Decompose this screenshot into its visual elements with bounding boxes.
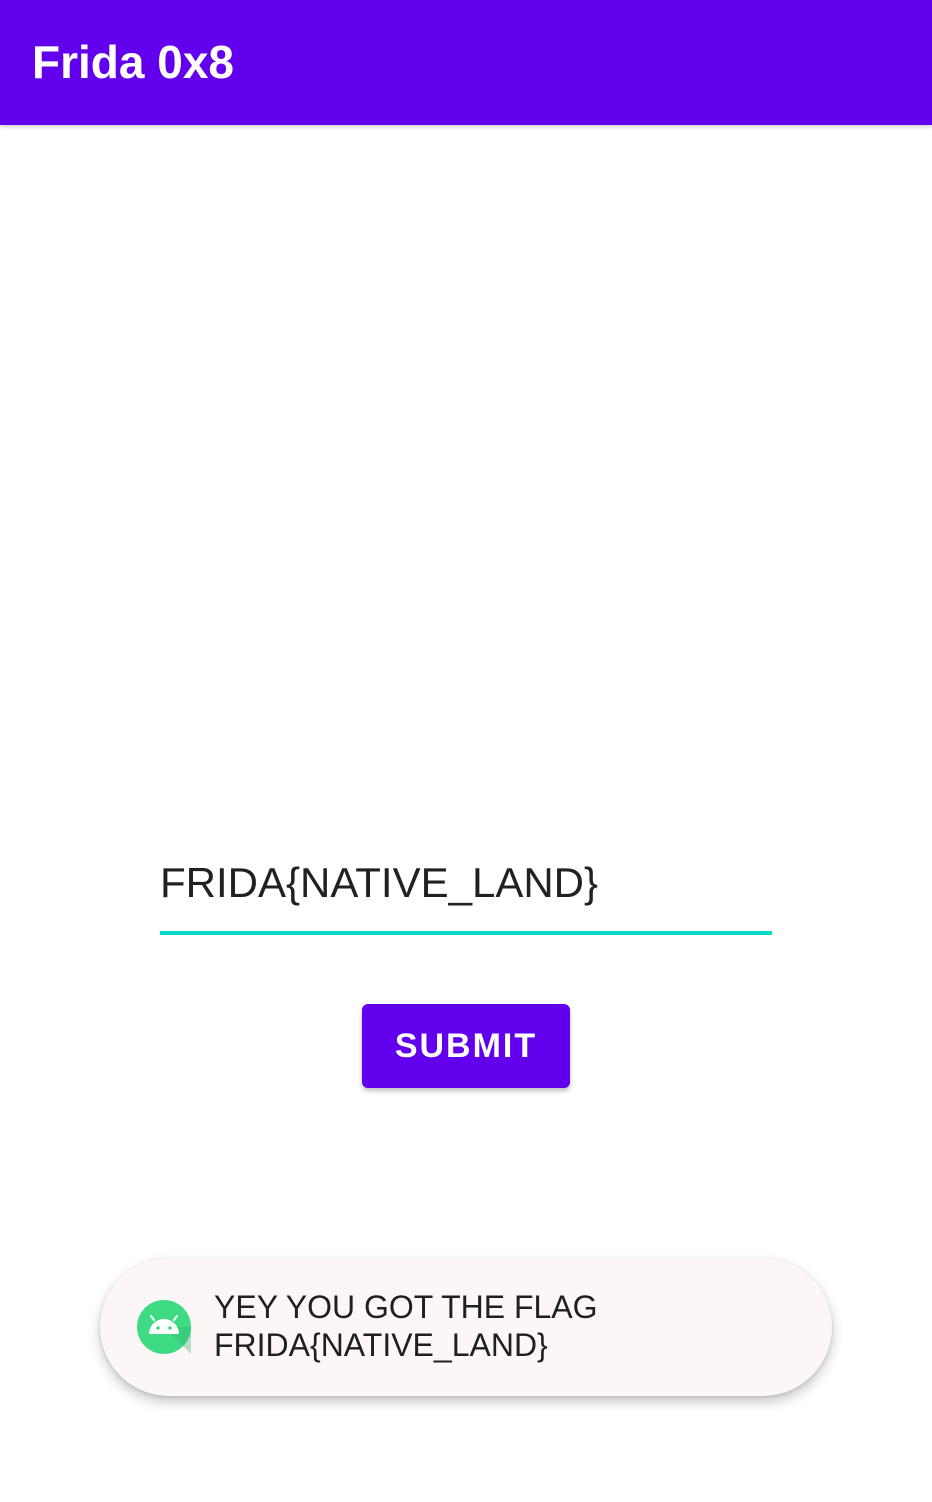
main-content: SUBMIT YEY YOU GOT THE FLAG FRIDA{NATIVE… [0,125,932,1502]
submit-button[interactable]: SUBMIT [362,1004,570,1088]
toast-message: YEY YOU GOT THE FLAG FRIDA{NATIVE_LAND} [100,1258,832,1396]
flag-input[interactable] [160,835,772,935]
android-icon [137,1300,191,1354]
app-bar: Frida 0x8 [0,0,932,125]
toast-text: YEY YOU GOT THE FLAG FRIDA{NATIVE_LAND} [214,1288,804,1364]
app-screen: Frida 0x8 SUBMIT YEY YOU GOT THE FLAG FR… [0,0,932,1502]
toast-line-1: YEY YOU GOT THE FLAG [214,1289,598,1325]
app-title: Frida 0x8 [32,36,234,88]
toast-line-2: FRIDA{NATIVE_LAND} [214,1327,548,1363]
